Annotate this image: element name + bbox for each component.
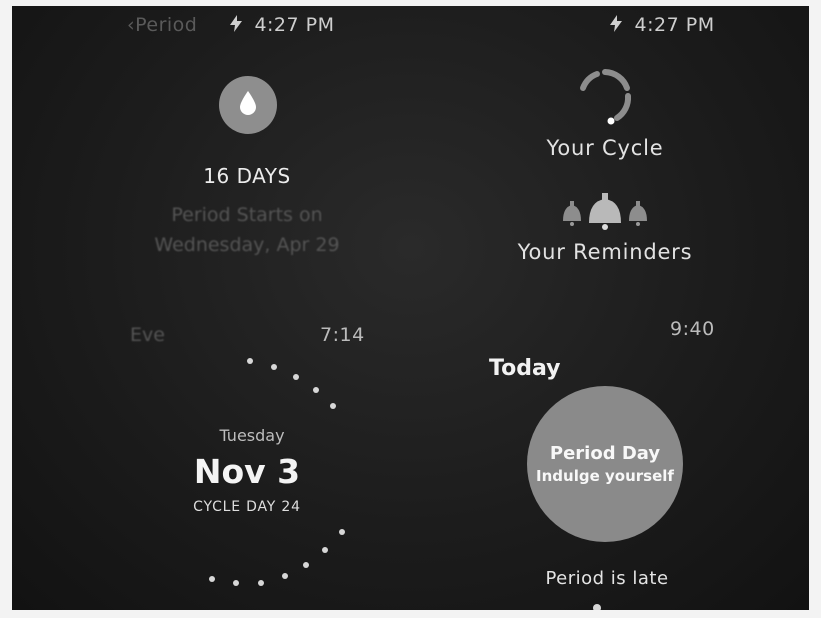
- cycle-dot: [247, 358, 253, 364]
- back-button[interactable]: ‹Period: [127, 14, 197, 36]
- period-day-title: Period Day: [549, 443, 661, 464]
- today-heading: Today: [489, 356, 561, 381]
- cycle-dot: [233, 580, 239, 586]
- cycle-dot: [209, 576, 215, 582]
- period-late-message: Period is late: [545, 568, 669, 589]
- row-time: 7:14: [320, 324, 365, 346]
- your-reminders-button[interactable]: [559, 191, 651, 231]
- current-date: Nov 3: [193, 452, 301, 491]
- weekday-label: Tuesday: [219, 426, 285, 445]
- cycle-dot: [258, 580, 264, 586]
- period-day-card[interactable]: Period Day Indulge yourself: [527, 386, 683, 542]
- your-cycle-label[interactable]: Your Cycle: [525, 136, 685, 160]
- status-time-right: 4:27 PM: [634, 14, 715, 36]
- cycle-dot: [271, 364, 277, 370]
- cycle-ring-icon: [575, 69, 635, 134]
- cycle-dot: [303, 562, 309, 568]
- status-bar-right: 4:27 PM: [610, 14, 715, 36]
- period-start-caption: Period Starts on: [171, 204, 323, 226]
- watch-screens: ‹Period 4:27 PM 16 DAYS Period Starts on…: [12, 6, 809, 610]
- days-until-period: 16 DAYS: [203, 164, 291, 188]
- your-cycle-button[interactable]: [575, 66, 635, 130]
- period-start-date: Wednesday, Apr 29: [154, 234, 340, 256]
- cycle-dot: [293, 374, 299, 380]
- cycle-dot: [282, 573, 288, 579]
- cycle-dot: [339, 529, 345, 535]
- cycle-dot: [322, 547, 328, 553]
- water-drop-icon: [238, 90, 258, 120]
- charging-icon: [229, 14, 249, 36]
- charging-icon: [610, 14, 629, 36]
- status-bar-left: ‹Period 4:27 PM: [127, 14, 335, 36]
- period-drop-button[interactable]: [219, 76, 277, 134]
- photo-frame: ‹Period 4:27 PM 16 DAYS Period Starts on…: [0, 0, 821, 618]
- row-label: Eve: [130, 324, 165, 346]
- cycle-dot: [313, 387, 319, 393]
- page-indicator-dot: [593, 604, 601, 610]
- right-time: 9:40: [670, 318, 715, 340]
- period-day-subtitle: Indulge yourself: [536, 467, 674, 485]
- status-time-left: 4:27 PM: [254, 14, 335, 36]
- your-reminders-label[interactable]: Your Reminders: [502, 240, 708, 264]
- bells-icon: [559, 193, 651, 235]
- cycle-dot: [330, 403, 336, 409]
- cycle-day-label: CYCLE DAY 24: [193, 499, 301, 515]
